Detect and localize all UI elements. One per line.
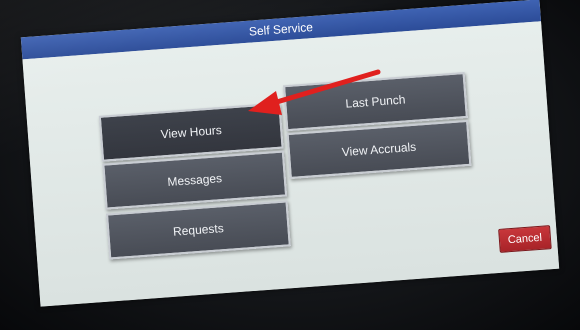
device-photo: Self Service View Hours Last Punch Messa… xyxy=(0,0,580,330)
arrow-icon xyxy=(248,69,381,115)
